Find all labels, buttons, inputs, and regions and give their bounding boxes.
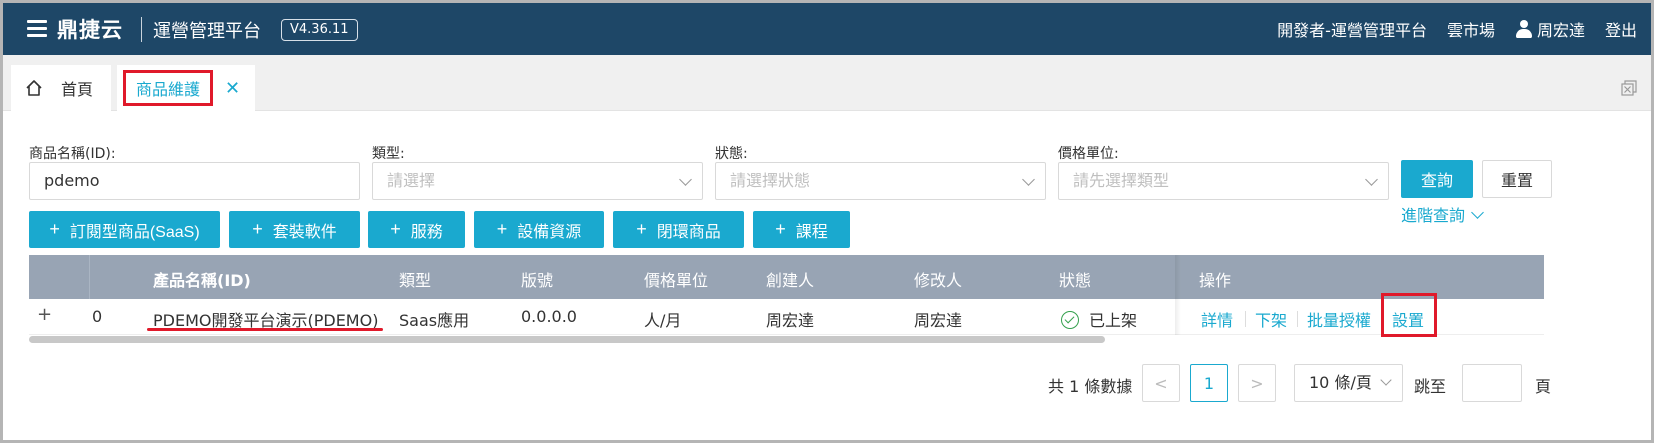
row-index: 0 [92,307,103,326]
header-nav: 開發者-運營管理平台 雲市場 周宏達 登出 [1277,3,1651,55]
check-circle-icon [1061,311,1079,329]
page-1-button[interactable]: 1 [1190,364,1228,402]
row-type: Saas應用 [399,311,470,330]
query-button[interactable]: 查詢 [1401,160,1473,198]
top-header: 鼎捷云 運營管理平台 V4.36.11 開發者-運營管理平台 雲市場 周宏達 登… [3,3,1651,55]
hamburger-menu-icon[interactable] [27,20,47,37]
tab-product-maintenance[interactable]: 商品維護 ✕ [117,65,255,111]
prev-page-button[interactable]: < [1142,364,1180,402]
fixed-column-shadow [1175,255,1181,335]
horizontal-scrollbar[interactable] [29,336,1105,343]
reset-button[interactable]: 重置 [1482,160,1552,198]
plus-icon: + [390,219,401,239]
header-type: 類型 [399,271,432,290]
app-frame: 鼎捷云 運營管理平台 V4.36.11 開發者-運營管理平台 雲市場 周宏達 登… [0,0,1654,443]
next-page-button[interactable]: > [1238,364,1276,402]
add-button-label: 服務 [410,223,443,241]
advanced-query-label: 進階查詢 [1401,206,1466,225]
settings-highlight-box [1381,293,1437,337]
row-creator: 周宏達 [766,311,815,330]
page-size-select[interactable]: 10 條/頁 [1294,364,1403,402]
row-modifier: 周宏達 [914,311,963,330]
unlist-link[interactable]: 下架 [1255,307,1287,331]
add-button-label: 套裝軟件 [272,223,337,241]
product-name-highlight [147,328,383,331]
header-actions: 操作 [1199,271,1232,290]
home-icon [26,80,42,96]
type-filter-label: 類型: [372,146,405,162]
page-size-value: 10 條/頁 [1309,373,1372,392]
add-button-label: 訂閱型商品(SaaS) [69,223,200,241]
chevron-down-icon [679,173,692,186]
row-status: 已上架 [1061,307,1137,331]
price-unit-filter-label: 價格單位: [1058,146,1119,162]
header-creator: 創建人 [766,271,815,290]
add-button-label: 課程 [795,223,828,241]
status-text: 已上架 [1089,311,1138,330]
chevron-down-icon [1365,173,1378,186]
logout-link[interactable]: 登出 [1605,17,1637,41]
expand-row-icon[interactable]: + [37,304,52,325]
chevron-down-icon [1022,173,1035,186]
table-row: + 0 PDEMO開發平台演示(PDEMO) Saas應用 0.0.0.0 人/… [29,293,1544,337]
user-name: 周宏達 [1536,21,1585,40]
advanced-query-link[interactable]: 進階查詢 [1401,202,1484,226]
batch-authorize-link[interactable]: 批量授權 [1307,307,1371,331]
tab-home-label: 首頁 [61,80,94,99]
jump-to-label: 跳至 [1414,377,1447,396]
price-unit-filter-select[interactable]: 請先選擇類型 [1058,162,1389,200]
header-divider [141,17,142,42]
platform-title: 運營管理平台 [153,21,261,42]
header-product-name: 產品名稱(ID) [153,271,251,290]
jump-to-page-input[interactable] [1462,364,1522,402]
header-modifier: 修改人 [914,271,963,290]
details-link[interactable]: 詳情 [1201,307,1233,331]
name-filter-input[interactable]: pdemo [29,162,360,200]
tab-home[interactable]: 首頁 [11,65,111,111]
price-unit-filter-placeholder: 請先選擇類型 [1073,171,1170,190]
plus-icon: + [252,219,263,239]
header-status: 狀態 [1059,271,1092,290]
nav-user[interactable]: 周宏達 [1515,17,1585,41]
nav-developer-platform[interactable]: 開發者-運營管理平台 [1277,17,1427,41]
add-closed-loop-product-button[interactable]: + 閉環商品 [613,211,744,248]
type-filter-select[interactable]: 請選擇 [372,162,703,200]
table-header: 產品名稱(ID) 類型 版號 價格單位 創建人 修改人 狀態 操作 [29,255,1544,299]
name-filter-label: 商品名稱(ID): [29,146,116,162]
plus-icon: + [636,219,647,239]
add-button-label: 設備資源 [517,223,582,241]
column-separator [89,255,90,299]
user-icon [1515,19,1533,39]
status-filter-select[interactable]: 請選擇狀態 [715,162,1046,200]
add-button-label: 閉環商品 [656,223,721,241]
chevron-down-icon [1380,374,1392,386]
add-saas-product-button[interactable]: + 訂閱型商品(SaaS) [29,211,220,248]
row-version: 0.0.0.0 [521,307,577,326]
chevron-down-icon [1471,205,1484,219]
add-service-button[interactable]: + 服務 [368,211,465,248]
header-price-unit: 價格單位 [644,271,709,290]
tab-product-label: 商品維護 [123,70,214,106]
nav-marketplace[interactable]: 雲市場 [1447,17,1495,41]
action-separator [1297,311,1298,327]
plus-icon: + [775,219,786,239]
type-filter-placeholder: 請選擇 [387,171,436,190]
tabs-close-all-icon[interactable] [1621,80,1637,96]
plus-icon: + [496,219,508,239]
status-filter-placeholder: 請選擇狀態 [730,171,811,190]
action-separator [1245,311,1246,327]
close-icon[interactable]: ✕ [225,78,240,99]
add-course-button[interactable]: + 課程 [753,211,850,248]
plus-icon: + [49,219,60,239]
status-filter-label: 狀態: [715,146,748,162]
row-price-unit: 人/月 [644,311,682,330]
brand-logo: 鼎捷云 [57,17,123,42]
pagination-total: 共 1 條數據 [1048,377,1133,396]
header-version: 版號 [521,271,554,290]
version-badge: V4.36.11 [281,19,358,41]
tab-strip: 首頁 商品維護 ✕ [3,55,1651,111]
page-suffix-label: 頁 [1535,377,1552,396]
add-device-resource-button[interactable]: + 設備資源 [474,211,604,248]
add-software-package-button[interactable]: + 套裝軟件 [229,211,360,248]
